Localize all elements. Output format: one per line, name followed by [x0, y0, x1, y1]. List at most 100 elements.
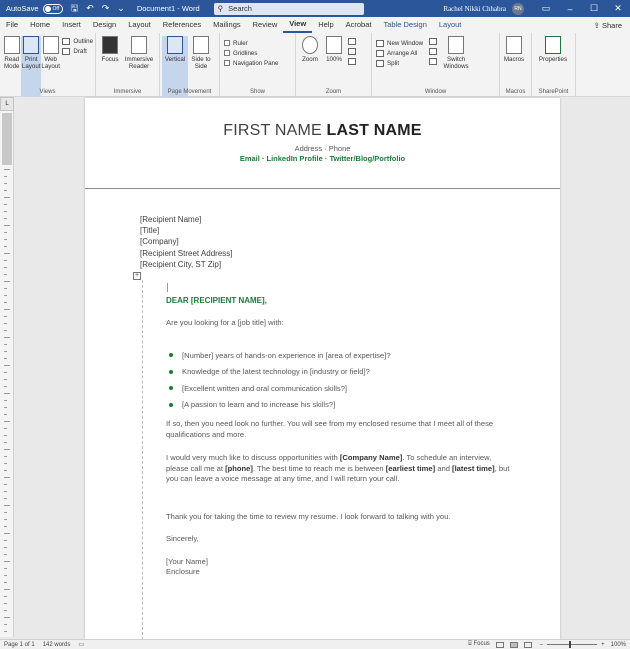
zoom-slider[interactable]	[547, 641, 598, 648]
ruler-tick	[4, 631, 7, 632]
group-macros: Macros Macros	[500, 33, 532, 97]
tab-file[interactable]: File	[0, 17, 24, 33]
zoom-slider-thumb[interactable]	[569, 641, 572, 648]
zoom-button[interactable]: Zoom	[298, 36, 322, 97]
multiple-pages-button[interactable]	[348, 46, 359, 56]
one-page-icon	[348, 37, 356, 45]
tab-insert[interactable]: Insert	[56, 17, 87, 33]
share-button[interactable]: ⇪ Share	[594, 21, 622, 30]
outline-button[interactable]: Outline	[62, 36, 93, 46]
tab-review[interactable]: Review	[247, 17, 284, 33]
macros-button[interactable]: Macros	[502, 36, 526, 97]
enclosure[interactable]: Enclosure	[166, 567, 511, 578]
view-side-by-side-button[interactable]	[429, 36, 440, 46]
latest-time-field: [latest time]	[452, 463, 495, 473]
print-layout-button[interactable]: Print Layout	[21, 36, 41, 97]
header-links[interactable]: Email · LinkedIn Profile · Twitter/Blog/…	[85, 154, 560, 163]
draft-button[interactable]: Draft	[62, 46, 93, 56]
save-icon[interactable]: 🖫	[71, 1, 79, 17]
recipient-block[interactable]: [Recipient Name] [Title] [Company] [Reci…	[140, 214, 233, 270]
navigation-pane-checkbox[interactable]: Navigation Pane	[224, 58, 278, 68]
page-width-button[interactable]	[348, 56, 359, 66]
minimize-icon[interactable]: –	[558, 4, 582, 14]
tab-selector[interactable]: L	[0, 97, 14, 111]
paragraph-thanks[interactable]: Thank you for taking the time to review …	[166, 512, 511, 523]
avatar[interactable]: RN	[512, 2, 524, 15]
side-to-side-button[interactable]: Side to Side	[188, 36, 214, 97]
arrange-all-button[interactable]: Arrange All	[376, 48, 423, 58]
header-address[interactable]: Address · Phone	[85, 144, 560, 153]
document-page[interactable]: FIRST NAME LAST NAME Address · Phone Ema…	[85, 98, 560, 640]
new-window-button[interactable]: New Window	[376, 38, 423, 48]
tab-acrobat[interactable]: Acrobat	[340, 17, 378, 33]
tab-table-layout[interactable]: Layout	[433, 17, 468, 33]
closing[interactable]: Sincerely,	[166, 534, 511, 545]
maximize-icon[interactable]: ☐	[582, 3, 606, 14]
read-mode-button[interactable]: Read Mode	[2, 36, 21, 97]
ruler-tick	[4, 274, 7, 275]
ribbon-display-icon[interactable]: ▭	[534, 3, 558, 14]
search-box[interactable]: ⚲ Search	[213, 2, 364, 15]
tab-references[interactable]: References	[157, 17, 207, 33]
ruler-tick	[4, 197, 10, 198]
ruler-checkbox[interactable]: Ruler	[224, 38, 278, 48]
autosave-control[interactable]: AutoSave Off	[6, 3, 63, 14]
zoom-level[interactable]: 100%	[611, 642, 626, 648]
read-mode-view-icon[interactable]	[495, 641, 504, 648]
immersive-reader-button[interactable]: Immersive Reader	[122, 36, 156, 97]
list-item[interactable]: [Excellent written and oral communicatio…	[166, 380, 506, 397]
vertical-button[interactable]: Vertical	[162, 36, 188, 97]
focus-mode-button[interactable]: ⌸ Focus	[468, 641, 490, 648]
tab-mailings[interactable]: Mailings	[207, 17, 247, 33]
web-layout-view-icon[interactable]	[523, 641, 532, 648]
reset-position-icon	[429, 57, 438, 65]
page-count[interactable]: Page 1 of 1	[4, 642, 35, 648]
tab-home[interactable]: Home	[24, 17, 56, 33]
tab-help[interactable]: Help	[312, 17, 339, 33]
gridlines-checkbox[interactable]: Gridlines	[224, 48, 278, 58]
print-layout-view-icon[interactable]	[509, 641, 518, 648]
tab-table-design[interactable]: Table Design	[378, 17, 433, 33]
focus-button[interactable]: Focus	[98, 36, 122, 97]
ruler-tick	[4, 519, 7, 520]
group-label: Views	[39, 89, 56, 95]
group-label: Immersive	[113, 89, 142, 95]
zoom-in-icon[interactable]: +	[601, 642, 605, 648]
one-page-button[interactable]	[348, 36, 359, 46]
sync-scroll-button[interactable]	[429, 46, 440, 56]
autosave-toggle[interactable]: Off	[42, 3, 63, 14]
ruler-tick	[4, 442, 7, 443]
switch-windows-button[interactable]: Switch Windows	[440, 36, 472, 97]
customize-qat-icon[interactable]: ⌄	[117, 3, 125, 14]
table-move-handle[interactable]: +	[133, 272, 141, 280]
salutation[interactable]: DEAR [RECIPIENT NAME],	[166, 296, 267, 305]
reset-position-button[interactable]	[429, 56, 440, 66]
magnifier-icon	[302, 36, 318, 54]
ruler-tick	[4, 302, 7, 303]
zoom-out-icon[interactable]: –	[540, 642, 543, 648]
ruler-tick	[4, 176, 7, 177]
vertical-ruler[interactable]	[0, 97, 14, 637]
header-name[interactable]: FIRST NAME LAST NAME	[85, 122, 560, 140]
paragraph-qualifications[interactable]: If so, then you need look no further. Yo…	[166, 419, 511, 440]
properties-button[interactable]: Properties	[534, 36, 572, 97]
tab-design[interactable]: Design	[87, 17, 122, 33]
undo-icon[interactable]: ↶	[86, 3, 94, 14]
ruler-tick	[4, 449, 10, 450]
paragraph-contact[interactable]: I would very much like to discuss opport…	[166, 453, 511, 485]
intro-paragraph[interactable]: Are you looking for a [job title] with:	[166, 318, 511, 329]
web-layout-button[interactable]: Web Layout	[41, 36, 60, 97]
word-count[interactable]: 142 words	[43, 642, 71, 648]
signature-name[interactable]: [Your Name]	[166, 557, 511, 568]
zoom-100-button[interactable]: 100%	[322, 36, 346, 97]
proofing-icon[interactable]: ▭	[78, 641, 84, 648]
list-item[interactable]: [Number] years of hands-on experience in…	[166, 347, 506, 364]
split-button[interactable]: Split	[376, 58, 423, 68]
close-icon[interactable]: ✕	[606, 3, 630, 14]
tab-view[interactable]: View	[283, 17, 313, 33]
list-item[interactable]: [A passion to learn and to increase his …	[166, 397, 506, 414]
list-item[interactable]: Knowledge of the latest technology in [i…	[166, 364, 506, 381]
tab-layout[interactable]: Layout	[122, 17, 157, 33]
user-name[interactable]: Rachel Nikki Chhabra	[443, 5, 506, 13]
redo-icon[interactable]: ↷	[102, 3, 110, 14]
